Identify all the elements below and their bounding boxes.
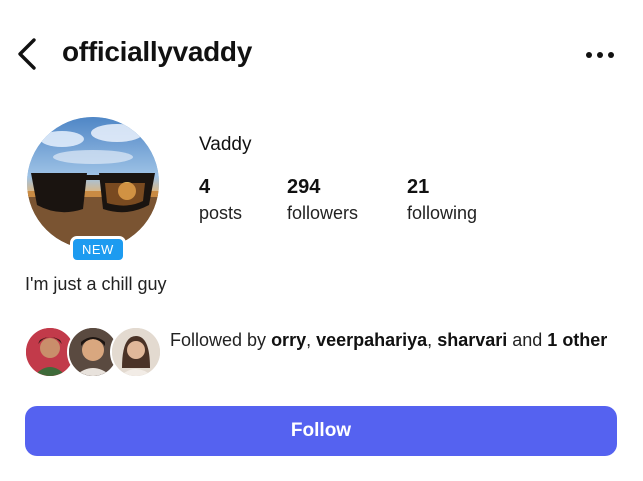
posts-label: posts (199, 203, 243, 223)
new-badge: NEW (70, 236, 126, 263)
connector: and (507, 330, 548, 350)
follow-button[interactable]: Follow (25, 406, 617, 456)
followed-by-text: Followed by orry, veerpahariya, sharvari… (170, 327, 620, 353)
mutual-name-2: veerpahariya (316, 330, 428, 350)
profile-bio: I'm just a chill guy (25, 274, 167, 294)
followers-label: followers (287, 203, 359, 223)
following-count: 21 (407, 176, 430, 198)
mutual-name-3: sharvari (437, 330, 508, 350)
profile-avatar[interactable] (24, 114, 164, 254)
back-button[interactable] (10, 34, 44, 74)
separator: , (306, 330, 317, 350)
chevron-left-icon (18, 38, 36, 70)
profile-header: officiallyvaddy (0, 0, 643, 105)
mutual-followers[interactable]: Followed by orry, veerpahariya, sharvari… (24, 324, 624, 380)
display-name: Vaddy (199, 134, 252, 155)
stat-followers[interactable]: 294 followers (287, 176, 358, 224)
following-label: following (407, 203, 478, 223)
other-count: 1 (547, 330, 558, 350)
mutual-avatar-3 (110, 326, 162, 378)
posts-count: 4 (199, 176, 211, 198)
followed-by-prefix: Followed by (170, 330, 272, 350)
separator: , (427, 330, 438, 350)
avatar-image (27, 117, 159, 249)
profile-username: officiallyvaddy (62, 36, 253, 67)
other-word: other (557, 330, 608, 350)
more-horizontal-icon (586, 52, 614, 58)
mutual-name-1: orry (271, 330, 307, 350)
followers-count: 294 (287, 176, 321, 198)
more-options-button[interactable] (580, 40, 620, 70)
stat-posts[interactable]: 4 posts (199, 176, 242, 224)
stat-following[interactable]: 21 following (407, 176, 477, 224)
